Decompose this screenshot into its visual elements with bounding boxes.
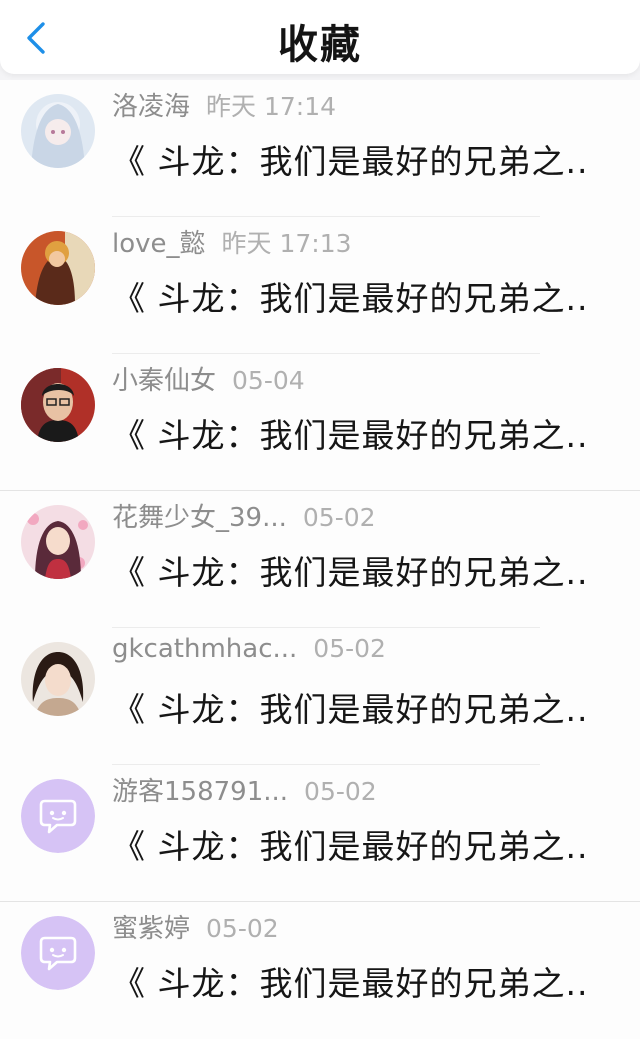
message-preview: 《 斗龙：我们是最好的兄弟之... [112,964,590,1003]
chat-bubble-icon [21,779,95,853]
message-preview: 《 斗龙：我们是最好的兄弟之... [112,690,590,729]
list-item[interactable]: gkcathmhac... 05-02 《 斗龙：我们是最好的兄弟之... [0,628,640,765]
timestamp: 昨天 17:13 [221,229,352,258]
list-item[interactable]: love_懿 昨天 17:13 《 斗龙：我们是最好的兄弟之... [0,217,640,354]
avatar[interactable] [21,642,95,716]
avatar[interactable] [21,505,95,579]
message-preview: 《 斗龙：我们是最好的兄弟之... [112,142,590,181]
list-item[interactable]: 花舞少女_39... 05-02 《 斗龙：我们是最好的兄弟之... [0,491,640,628]
chat-bubble-icon [21,916,95,990]
avatar[interactable] [21,916,95,990]
avatar[interactable] [21,779,95,853]
timestamp: 05-02 [313,634,386,663]
sender-name: 游客158791... [112,777,289,807]
page-title: 收藏 [278,22,362,68]
timestamp: 昨天 17:14 [206,92,337,121]
favorites-list: 洛凌海 昨天 17:14 《 斗龙：我们是最好的兄弟之... love_懿 昨天 1… [0,80,640,1039]
timestamp: 05-02 [206,914,279,943]
timestamp: 05-04 [232,366,305,395]
message-preview: 《 斗龙：我们是最好的兄弟之... [112,279,590,318]
sender-name: 蜜紫婷 [112,914,191,944]
message-preview: 《 斗龙：我们是最好的兄弟之... [112,416,590,455]
sender-name: 小秦仙女 [112,366,217,396]
list-item[interactable]: 蜜紫婷 05-02 《 斗龙：我们是最好的兄弟之... [0,902,640,1039]
timestamp: 05-02 [302,503,376,532]
message-preview: 《 斗龙：我们是最好的兄弟之... [112,553,590,592]
message-preview: 《 斗龙：我们是最好的兄弟之... [112,827,590,866]
sender-name: 花舞少女_39... [112,503,287,533]
list-item[interactable]: 小秦仙女 05-04 《 斗龙：我们是最好的兄弟之... [0,354,640,491]
timestamp: 05-02 [304,777,377,806]
avatar[interactable] [21,231,95,305]
sender-name: love_懿 [112,229,206,259]
top-bar: 收藏 [0,0,640,74]
list-item[interactable]: 洛凌海 昨天 17:14 《 斗龙：我们是最好的兄弟之... [0,80,640,217]
sender-name: 洛凌海 [112,92,191,122]
sender-name: gkcathmhac... [112,634,298,664]
avatar[interactable] [21,368,95,442]
avatar[interactable] [21,94,95,168]
list-item[interactable]: 游客158791... 05-02 《 斗龙：我们是最好的兄弟之... [0,765,640,902]
